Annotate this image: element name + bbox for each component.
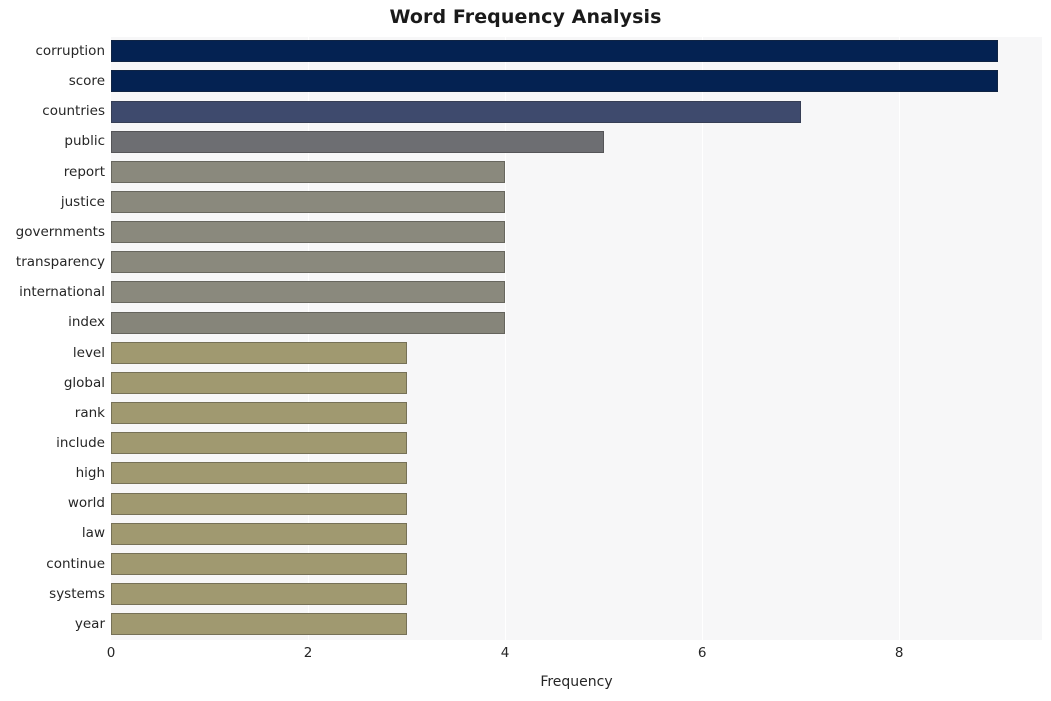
bar[interactable] bbox=[111, 160, 506, 183]
x-axis-tick-label: 4 bbox=[500, 645, 510, 661]
chart-figure: Word Frequency Analysis corruption score c… bbox=[0, 0, 1051, 701]
y-axis-tick-label: countries bbox=[42, 103, 105, 120]
y-axis-tick-label: public bbox=[64, 133, 105, 150]
bar-row[interactable] bbox=[111, 369, 1042, 398]
bar-row[interactable] bbox=[111, 399, 1042, 428]
bar-row[interactable] bbox=[111, 158, 1042, 187]
bar[interactable] bbox=[111, 371, 407, 394]
x-axis-tick-labels: 0 2 4 6 8 bbox=[0, 645, 1051, 667]
bar[interactable] bbox=[111, 341, 407, 364]
bar[interactable] bbox=[111, 552, 407, 575]
bar[interactable] bbox=[111, 191, 506, 214]
bar-row[interactable] bbox=[111, 550, 1042, 579]
chart-title: Word Frequency Analysis bbox=[389, 6, 662, 28]
y-axis-tick-label: world bbox=[67, 495, 105, 512]
y-axis-tick-labels: corruption score countries public report just… bbox=[0, 37, 105, 640]
bar-row[interactable] bbox=[111, 519, 1042, 548]
y-axis-tick-label: high bbox=[75, 465, 105, 482]
y-axis-tick-label: rank bbox=[74, 404, 105, 421]
bar[interactable] bbox=[111, 40, 998, 63]
y-axis-tick-label: governments bbox=[15, 223, 105, 240]
bar[interactable] bbox=[111, 462, 407, 485]
bar-row[interactable] bbox=[111, 248, 1042, 277]
bar[interactable] bbox=[111, 281, 506, 304]
bar[interactable] bbox=[111, 402, 407, 425]
y-axis-tick-label: systems bbox=[49, 585, 105, 602]
y-axis-tick-label: international bbox=[19, 284, 105, 301]
bar-row[interactable] bbox=[111, 429, 1042, 458]
x-axis-tick-label: 0 bbox=[106, 645, 116, 661]
x-axis-tick-label: 8 bbox=[894, 645, 904, 661]
bar-row[interactable] bbox=[111, 339, 1042, 368]
bar-row[interactable] bbox=[111, 308, 1042, 337]
x-axis-tick-label: 2 bbox=[303, 645, 313, 661]
bars-container bbox=[111, 37, 1042, 640]
y-axis-tick-label: global bbox=[63, 374, 105, 391]
y-axis-tick-label: law bbox=[81, 525, 105, 542]
bar[interactable] bbox=[111, 100, 801, 123]
plot-area bbox=[111, 37, 1042, 640]
bar[interactable] bbox=[111, 130, 604, 153]
bar-row[interactable] bbox=[111, 489, 1042, 518]
bar[interactable] bbox=[111, 582, 407, 605]
bar[interactable] bbox=[111, 522, 407, 545]
y-axis-tick-label: score bbox=[68, 73, 105, 90]
bar[interactable] bbox=[111, 492, 407, 515]
bar[interactable] bbox=[111, 221, 506, 244]
bar-row[interactable] bbox=[111, 37, 1042, 66]
bar-row[interactable] bbox=[111, 278, 1042, 307]
bar[interactable] bbox=[111, 613, 407, 636]
y-axis-tick-label: report bbox=[63, 163, 105, 180]
y-axis-tick-label: transparency bbox=[15, 254, 105, 271]
bar-row[interactable] bbox=[111, 127, 1042, 156]
y-axis-tick-label: justice bbox=[60, 193, 105, 210]
bar-row[interactable] bbox=[111, 580, 1042, 609]
bar[interactable] bbox=[111, 251, 506, 274]
bar[interactable] bbox=[111, 311, 506, 334]
x-axis-title: Frequency bbox=[540, 674, 613, 690]
y-axis-tick-label: year bbox=[74, 615, 105, 632]
y-axis-tick-label: include bbox=[56, 434, 105, 451]
y-axis-tick-label: index bbox=[68, 314, 105, 331]
bar-row[interactable] bbox=[111, 97, 1042, 126]
x-axis-tick-label: 6 bbox=[697, 645, 707, 661]
y-axis-tick-label: level bbox=[72, 344, 105, 361]
y-axis-tick-label: continue bbox=[46, 555, 105, 572]
bar[interactable] bbox=[111, 70, 998, 93]
bar-row[interactable] bbox=[111, 459, 1042, 488]
bar-row[interactable] bbox=[111, 188, 1042, 217]
bar[interactable] bbox=[111, 432, 407, 455]
bar-row[interactable] bbox=[111, 610, 1042, 639]
bar-row[interactable] bbox=[111, 67, 1042, 96]
bar-row[interactable] bbox=[111, 218, 1042, 247]
y-axis-tick-label: corruption bbox=[35, 43, 105, 59]
